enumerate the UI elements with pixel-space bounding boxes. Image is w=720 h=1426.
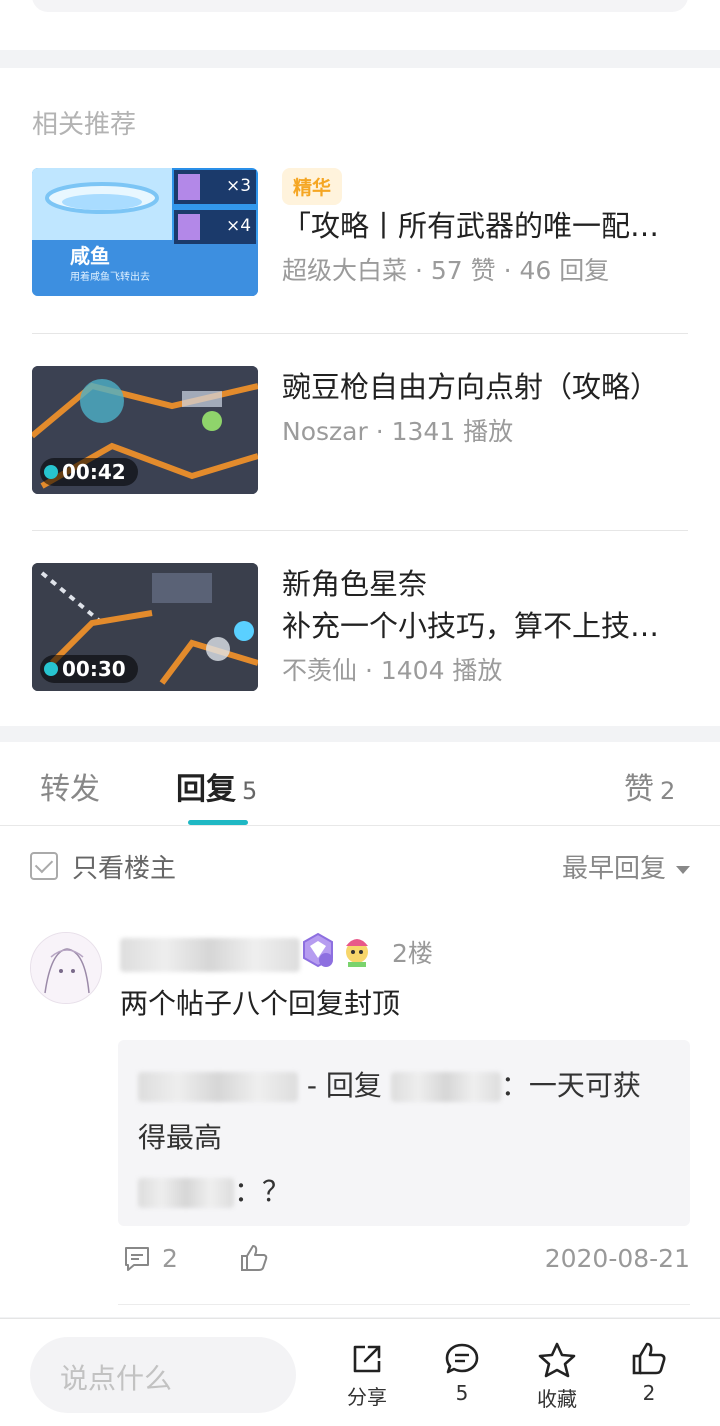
- share-icon: [353, 1345, 381, 1373]
- tab-like-count: 2: [660, 777, 676, 805]
- previous-section: [0, 0, 720, 50]
- active-tab-indicator: [188, 820, 248, 825]
- floor-number: 2楼: [392, 939, 433, 968]
- related-item[interactable]: 00:30 新角色星奈 补充一个小技巧，算不上技… 不羡仙 · 1404 播放: [32, 563, 688, 693]
- reply-line: 得最高: [138, 1116, 222, 1156]
- item-author: Noszar: [282, 417, 368, 446]
- bottom-bar: 说点什么 分享 5 收藏 2: [0, 1318, 720, 1426]
- reply-text: ：？: [234, 1175, 291, 1208]
- share-button[interactable]: 分享: [332, 1341, 402, 1410]
- thumb-count-1: ×3: [226, 176, 252, 196]
- comments-button[interactable]: 5: [427, 1341, 497, 1405]
- redacted-name: [138, 1178, 234, 1208]
- reply-prefix: - 回复: [306, 1069, 382, 1102]
- item-meta: Noszar · 1341 播放: [282, 417, 514, 446]
- level-badge-icon: [303, 932, 333, 968]
- comment-bubble-icon: [445, 1343, 479, 1374]
- only-owner-label[interactable]: 只看楼主: [72, 848, 176, 885]
- item-meta: 不羡仙 · 1404 播放: [282, 656, 503, 685]
- thumb-caption: 咸鱼: [70, 244, 110, 268]
- comments-count: 5: [455, 1381, 469, 1405]
- comment-input[interactable]: 说点什么: [30, 1337, 296, 1413]
- avatar-art: [31, 933, 101, 1003]
- comment-text: 两个帖子八个回复封顶: [120, 987, 401, 1020]
- featured-badge: 精华: [282, 168, 343, 205]
- sort-label: 最早回复: [561, 854, 666, 884]
- filter-row: 只看楼主 最早回复: [0, 842, 720, 892]
- tab-forward-label: 转发: [40, 772, 100, 807]
- redacted-name: [138, 1072, 298, 1102]
- thumb-count-2: ×4: [226, 216, 252, 236]
- likes-count: 2: [642, 1381, 656, 1405]
- star-icon: [538, 1342, 576, 1378]
- video-thumbnail: 00:30: [32, 563, 258, 691]
- comment-input-placeholder: 说点什么: [60, 1362, 173, 1395]
- tab-like[interactable]: 赞2: [624, 764, 675, 808]
- only-owner-checkbox[interactable]: [30, 852, 58, 880]
- item-info: 豌豆枪自由方向点射（攻略） Noszar · 1341 播放: [282, 366, 688, 448]
- tab-bar: 转发 回复 5 赞2: [0, 742, 720, 826]
- item-info: 新角色星奈 补充一个小技巧，算不上技… 不羡仙 · 1404 播放: [282, 563, 688, 687]
- thumbnail: 咸鱼 用着咸鱼飞转出去 ×3 ×4: [32, 168, 258, 296]
- comment-reply-count: 2: [162, 1244, 178, 1273]
- comment-actions: 2 2020-08-21: [118, 1242, 690, 1282]
- tab-reply[interactable]: 回复 5: [176, 764, 257, 808]
- favorite-label: 收藏: [537, 1387, 577, 1411]
- tab-forward[interactable]: 转发: [40, 764, 100, 808]
- item-author: 超级大白菜: [282, 256, 408, 285]
- video-thumbnail: 00:42: [32, 366, 258, 494]
- reply-text: 得最高: [138, 1121, 223, 1154]
- reply-text: ：一天可获: [500, 1069, 641, 1102]
- item-meta: 超级大白菜 · 57 赞 · 46 回复: [282, 256, 610, 285]
- item-title: 豌豆枪自由方向点射（攻略）: [282, 370, 660, 404]
- chevron-down-icon: [676, 865, 690, 874]
- item-title: 「攻略丨所有武器的唯一配…: [282, 209, 660, 243]
- tab-like-label: 赞: [624, 772, 654, 807]
- related-section: 相关推荐 咸鱼 用着咸鱼飞转出去 ×3 ×4 精华 「攻略丨所有武器的唯一配… …: [0, 68, 720, 726]
- previous-card: [32, 0, 688, 12]
- divider: [118, 1304, 690, 1305]
- video-duration: 00:42: [40, 458, 138, 486]
- divider: [32, 530, 688, 531]
- related-item[interactable]: 咸鱼 用着咸鱼飞转出去 ×3 ×4 精华 「攻略丨所有武器的唯一配… 超级大白菜…: [32, 168, 688, 298]
- item-author: 不羡仙: [282, 656, 358, 685]
- reply-line: - 回复 ：一天可获: [138, 1064, 641, 1104]
- comment-icon[interactable]: [122, 1244, 152, 1274]
- like-button[interactable]: 2: [614, 1341, 684, 1405]
- thumbs-up-icon[interactable]: [238, 1242, 270, 1274]
- item-title: 新角色星奈: [282, 567, 428, 601]
- tab-reply-count: 5: [242, 777, 258, 805]
- thumbs-up-icon: [632, 1342, 666, 1375]
- avatar[interactable]: [30, 932, 102, 1004]
- redacted-name: [390, 1072, 501, 1102]
- item-stats: 1341 播放: [391, 417, 514, 446]
- reply-line: ：？: [138, 1170, 290, 1210]
- thumb-subcaption: 用着咸鱼飞转出去: [70, 272, 150, 283]
- item-stats: 1404 播放: [380, 656, 503, 685]
- video-duration: 00:30: [40, 655, 138, 683]
- comments-section: 转发 回复 5 赞2 只看楼主 最早回复 2楼 两个帖子八个回复封顶 - 回复 …: [0, 742, 720, 1317]
- share-label: 分享: [347, 1385, 387, 1409]
- related-item[interactable]: 00:42 豌豆枪自由方向点射（攻略） Noszar · 1341 播放: [32, 366, 688, 496]
- sort-dropdown[interactable]: 最早回复: [562, 848, 690, 885]
- reply-preview[interactable]: - 回复 ：一天可获 得最高 ：？: [118, 1040, 690, 1226]
- divider: [32, 333, 688, 334]
- related-title: 相关推荐: [32, 110, 137, 140]
- comment-date: 2020-08-21: [544, 1244, 690, 1273]
- username-redacted[interactable]: [120, 938, 300, 972]
- tab-reply-label: 回复: [176, 772, 236, 807]
- item-info: 精华 「攻略丨所有武器的唯一配… 超级大白菜 · 57 赞 · 46 回复: [282, 168, 688, 287]
- character-badge-icon: [346, 939, 368, 967]
- item-subtitle: 补充一个小技巧，算不上技…: [282, 609, 660, 643]
- item-stats: 57 赞 · 46 回复: [430, 256, 610, 285]
- favorite-button[interactable]: 收藏: [522, 1341, 592, 1412]
